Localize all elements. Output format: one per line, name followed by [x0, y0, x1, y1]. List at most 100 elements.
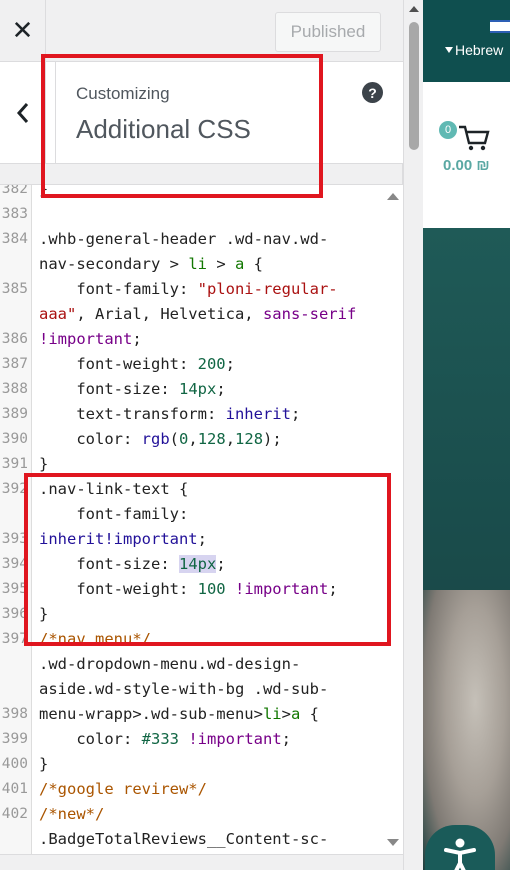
code-token: ; [281, 730, 291, 748]
code-line[interactable]: /*nav menu*/ [39, 627, 384, 652]
line-number: 395 [1, 581, 28, 597]
code-token: font-size: [39, 380, 179, 398]
code-token: ; [216, 555, 226, 573]
code-line[interactable]: .nav-link-text { [39, 477, 384, 502]
code-token: li [262, 705, 282, 723]
editor-scroll-up-icon[interactable] [387, 193, 399, 200]
code-line[interactable]: aaa", Arial, Helvetica, sans-serif [39, 302, 384, 327]
code-token: text-transform: [39, 405, 226, 423]
code-token: li [188, 255, 207, 273]
code-line[interactable]: font-family: "ploni-regular- [39, 277, 384, 302]
code-token: !important [39, 330, 133, 348]
code-token: } [39, 184, 49, 198]
line-number: 385 [1, 281, 28, 297]
code-token: /*nav menu*/ [39, 630, 151, 648]
code-token: > [206, 255, 235, 273]
preview-top-bar: Hebrew [423, 0, 510, 82]
code-token: 0 [179, 430, 189, 448]
code-token: font-weight: [39, 355, 198, 373]
code-token: > [281, 705, 291, 723]
code-token: , Arial, Helvetica, [76, 305, 263, 323]
css-code-editor[interactable]: 382 383 384 385 386 387 388 389 390 391 392 393 394 3… [0, 184, 403, 854]
code-token: rgb [141, 430, 170, 448]
code-token: ( [169, 430, 179, 448]
code-token: ; [225, 355, 235, 373]
code-line[interactable]: font-size: 14px; [39, 552, 384, 577]
code-line[interactable]: nav-secondary > li > a { [39, 252, 384, 277]
code-token: /*new*/ [39, 805, 105, 823]
code-line[interactable]: color: rgb(0,128,128); [39, 427, 384, 452]
line-number: 384 [1, 231, 28, 247]
code-line[interactable]: /*new*/ [39, 802, 384, 827]
chevron-left-icon [16, 102, 28, 123]
cart-icon[interactable] [457, 124, 491, 152]
code-token: ; [132, 330, 142, 348]
code-line[interactable]: font-weight: 100 !important; [39, 577, 384, 602]
code-token: inherit [225, 405, 291, 423]
code-line[interactable] [39, 202, 384, 227]
customizing-label: Customizing [76, 84, 170, 103]
code-token: { [244, 255, 263, 273]
code-token: ; [328, 580, 338, 598]
code-line[interactable]: } [39, 602, 384, 627]
code-token: color: [39, 730, 142, 748]
code-token: nav-secondary > [39, 255, 189, 273]
code-token: sans-serif [262, 305, 357, 323]
code-line[interactable]: text-transform: inherit; [39, 402, 384, 427]
editor-scroll-down-icon[interactable] [387, 839, 399, 846]
line-number: 389 [1, 406, 28, 422]
line-number-gutter: 382 383 384 385 386 387 388 389 390 391 392 393 394 3… [0, 185, 32, 854]
code-line[interactable]: } [39, 752, 384, 777]
code-token: font-family: [39, 280, 198, 298]
code-line[interactable]: } [39, 452, 384, 477]
line-number: 391 [1, 456, 28, 472]
code-line[interactable]: } [39, 184, 384, 202]
code-token: aaa" [39, 305, 77, 323]
code-line[interactable]: /*google revirew*/ [39, 777, 384, 802]
line-number: 382 [1, 184, 28, 197]
code-token: /*google revirew*/ [39, 780, 207, 798]
line-number [0, 677, 28, 702]
code-line[interactable]: .whb-general-header .wd-nav.wd- [39, 227, 384, 252]
code-line[interactable]: font-weight: 200; [39, 352, 384, 377]
code-token: color: [39, 430, 142, 448]
code-line[interactable]: font-size: 14px; [39, 377, 384, 402]
code-token: font-family: [39, 505, 189, 523]
code-token: ; [216, 380, 226, 398]
code-line[interactable]: aside.wd-style-with-bg .wd-sub- [39, 677, 384, 702]
line-number: 390 [1, 431, 28, 447]
code-line[interactable]: menu-wrapp>.wd-sub-menu>li>a { [39, 702, 384, 727]
page-scrollbar[interactable] [403, 0, 423, 870]
accessibility-button[interactable] [425, 825, 495, 870]
line-number: 396 [1, 606, 28, 622]
cart-total[interactable]: 0.00 ₪ [443, 157, 490, 174]
editor-bottom-bar [0, 854, 403, 870]
code-line[interactable]: color: #333 !important; [39, 727, 384, 752]
code-token: #333 [141, 730, 179, 748]
code-token: ); [263, 430, 282, 448]
cart-count-badge: 0 [439, 121, 457, 139]
close-icon[interactable]: ✕ [0, 0, 46, 62]
code-line[interactable]: inherit!important; [39, 527, 384, 552]
code-token: 14px [178, 555, 217, 573]
published-button[interactable]: Published [275, 12, 381, 52]
code-token: !important [234, 580, 329, 598]
code-token: inherit!important [39, 530, 198, 548]
accessibility-icon [444, 838, 476, 870]
line-number: 402 [1, 806, 28, 822]
page-scroll-thumb[interactable] [409, 22, 419, 150]
code-line[interactable]: font-family: [39, 502, 384, 527]
language-switcher[interactable]: Hebrew [443, 42, 503, 58]
site-preview[interactable]: Hebrew 0 0.00 ₪ [423, 0, 510, 870]
help-icon[interactable]: ? [362, 82, 383, 103]
code-line[interactable]: .BadgeTotalReviews__Content-sc- [39, 827, 384, 852]
code-line[interactable]: .wd-dropdown-menu.wd-design- [39, 652, 384, 677]
code-token: } [39, 455, 49, 473]
page-scroll-up-icon[interactable] [409, 6, 419, 12]
editor-scrollbar[interactable] [385, 185, 403, 854]
section-divider [55, 62, 56, 163]
back-button[interactable] [0, 62, 46, 163]
code-line[interactable]: !important; [39, 327, 384, 352]
